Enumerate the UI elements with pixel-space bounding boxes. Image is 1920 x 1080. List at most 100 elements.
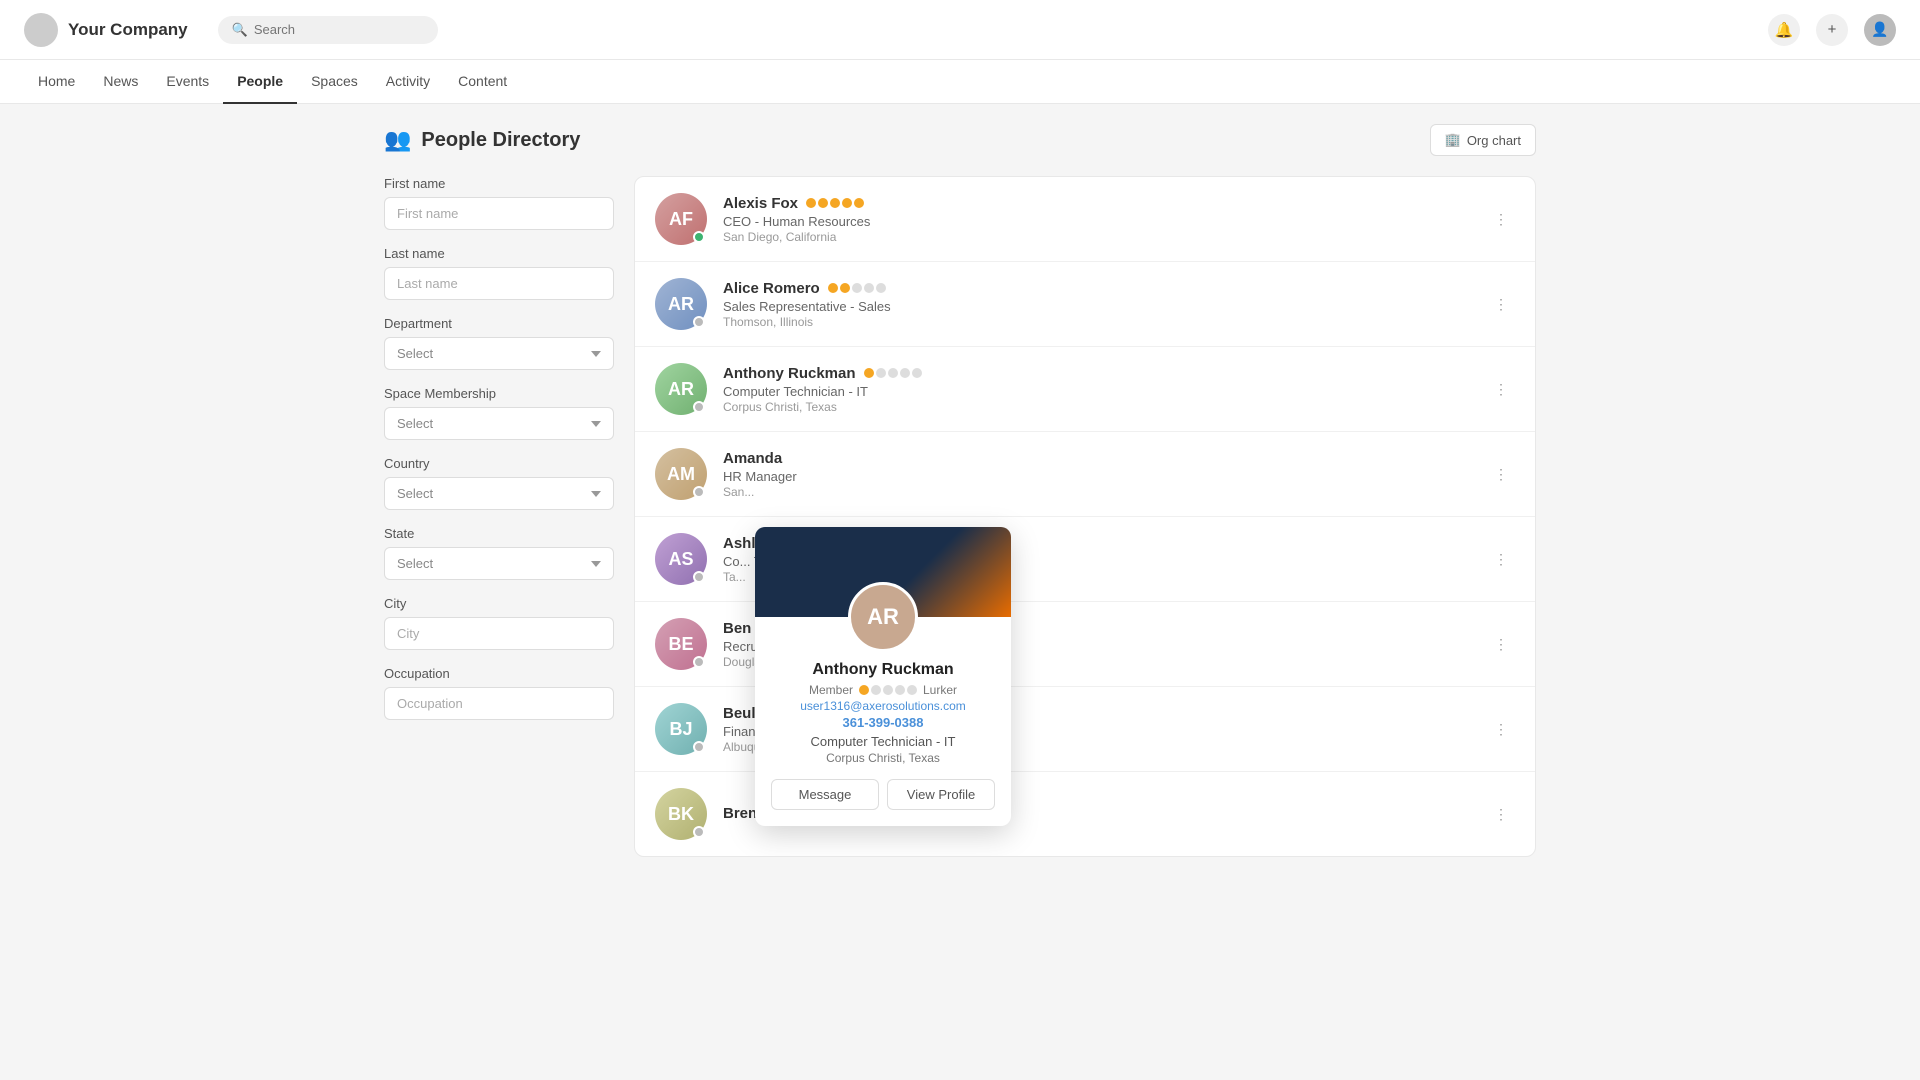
avatar: AF (655, 193, 707, 245)
occupation-input[interactable] (384, 687, 614, 720)
country-label: Country (384, 456, 614, 471)
nav-item-news[interactable]: News (89, 60, 152, 104)
person-name: Alice Romero (723, 280, 1487, 297)
city-input[interactable] (384, 617, 614, 650)
avatar: BK (655, 788, 707, 840)
profile-card-name: Anthony Ruckman (771, 661, 995, 679)
search-input[interactable] (254, 22, 424, 37)
filter-state: State Select (384, 526, 614, 580)
nav-item-people[interactable]: People (223, 60, 297, 104)
rating-stars (864, 368, 922, 378)
people-directory-icon: 👥 (384, 127, 411, 153)
page-container: 👥 People Directory 🏢 Org chart First nam… (360, 104, 1560, 877)
page-title-area: 👥 People Directory (384, 127, 580, 153)
profile-card-member-label: Member (809, 683, 853, 697)
state-select[interactable]: Select (384, 547, 614, 580)
person-info: Anthony Ruckman Computer Technician - IT… (723, 365, 1487, 414)
status-indicator (693, 486, 705, 498)
profile-card-stars (859, 685, 917, 695)
person-menu-button[interactable]: ⋮ (1487, 290, 1515, 318)
occupation-label: Occupation (384, 666, 614, 681)
person-menu-button[interactable]: ⋮ (1487, 460, 1515, 488)
avatar: AR (655, 363, 707, 415)
profile-card-actions: Message View Profile (771, 779, 995, 810)
table-row: AF Alexis Fox CEO - Human Resources San … (635, 177, 1535, 262)
page-title: People Directory (421, 129, 580, 152)
profile-card-location: Corpus Christi, Texas (771, 751, 995, 765)
first-name-label: First name (384, 176, 614, 191)
navbar: Home News Events People Spaces Activity … (0, 60, 1920, 104)
topbar-logo: Your Company (24, 13, 188, 47)
last-name-label: Last name (384, 246, 614, 261)
status-indicator (693, 741, 705, 753)
nav-item-content[interactable]: Content (444, 60, 521, 104)
status-indicator (693, 316, 705, 328)
person-info: Amanda HR Manager San... (723, 450, 1487, 499)
table-row: AR Alice Romero Sales Representative - S… (635, 262, 1535, 347)
org-chart-label: Org chart (1467, 133, 1521, 148)
profile-card-role: Member Lurker (771, 683, 995, 697)
person-role: HR Manager (723, 469, 1487, 484)
department-label: Department (384, 316, 614, 331)
profile-card-badge: Lurker (923, 683, 957, 697)
search-icon: 🔍 (232, 22, 248, 38)
person-location: San... (723, 485, 1487, 499)
status-indicator (693, 826, 705, 838)
profile-card-popup: AR Anthony Ruckman Member Lurker (755, 527, 1011, 826)
person-name: Anthony Ruckman (723, 365, 1487, 382)
filter-city: City (384, 596, 614, 650)
rating-stars (806, 198, 864, 208)
avatar: AM (655, 448, 707, 500)
profile-card-phone[interactable]: 361-399-0388 (771, 715, 995, 730)
notification-button[interactable]: 🔔 (1768, 14, 1800, 46)
user-avatar[interactable]: 👤 (1864, 14, 1896, 46)
filter-department: Department Select (384, 316, 614, 370)
filter-panel: First name Last name Department Select S… (384, 176, 614, 857)
profile-card-avatar: AR (848, 582, 918, 652)
people-list: AF Alexis Fox CEO - Human Resources San … (634, 176, 1536, 857)
person-role: CEO - Human Resources (723, 214, 1487, 229)
person-location: Thomson, Illinois (723, 315, 1487, 329)
org-chart-icon: 🏢 (1445, 132, 1461, 148)
nav-item-spaces[interactable]: Spaces (297, 60, 372, 104)
person-location: Corpus Christi, Texas (723, 400, 1487, 414)
add-button[interactable]: + (1816, 14, 1848, 46)
topbar: Your Company 🔍 🔔 + 👤 (0, 0, 1920, 60)
person-info: Alice Romero Sales Representative - Sale… (723, 280, 1487, 329)
nav-item-home[interactable]: Home (24, 60, 89, 104)
status-indicator (693, 401, 705, 413)
country-select[interactable]: Select (384, 477, 614, 510)
avatar: BE (655, 618, 707, 670)
filter-occupation: Occupation (384, 666, 614, 720)
message-button[interactable]: Message (771, 779, 879, 810)
topbar-actions: 🔔 + 👤 (1768, 14, 1896, 46)
person-name: Amanda (723, 450, 1487, 467)
person-menu-button[interactable]: ⋮ (1487, 715, 1515, 743)
profile-card-email[interactable]: user1316@axerosolutions.com (771, 699, 995, 713)
status-indicator (693, 571, 705, 583)
person-role: Sales Representative - Sales (723, 299, 1487, 314)
nav-item-events[interactable]: Events (152, 60, 223, 104)
content-area: First name Last name Department Select S… (384, 176, 1536, 857)
person-menu-button[interactable]: ⋮ (1487, 375, 1515, 403)
person-name: Alexis Fox (723, 195, 1487, 212)
person-menu-button[interactable]: ⋮ (1487, 800, 1515, 828)
last-name-input[interactable] (384, 267, 614, 300)
org-chart-button[interactable]: 🏢 Org chart (1430, 124, 1536, 156)
person-menu-button[interactable]: ⋮ (1487, 630, 1515, 658)
rating-stars (828, 283, 886, 293)
filter-first-name: First name (384, 176, 614, 230)
avatar: AR (655, 278, 707, 330)
space-membership-select[interactable]: Select (384, 407, 614, 440)
profile-card: AR Anthony Ruckman Member Lurker (755, 527, 1011, 826)
search-bar[interactable]: 🔍 (218, 16, 438, 44)
city-label: City (384, 596, 614, 611)
first-name-input[interactable] (384, 197, 614, 230)
filter-space-membership: Space Membership Select (384, 386, 614, 440)
person-menu-button[interactable]: ⋮ (1487, 545, 1515, 573)
person-menu-button[interactable]: ⋮ (1487, 205, 1515, 233)
department-select[interactable]: Select (384, 337, 614, 370)
view-profile-button[interactable]: View Profile (887, 779, 995, 810)
table-row: AR Anthony Ruckman Computer Technician -… (635, 347, 1535, 432)
nav-item-activity[interactable]: Activity (372, 60, 444, 104)
